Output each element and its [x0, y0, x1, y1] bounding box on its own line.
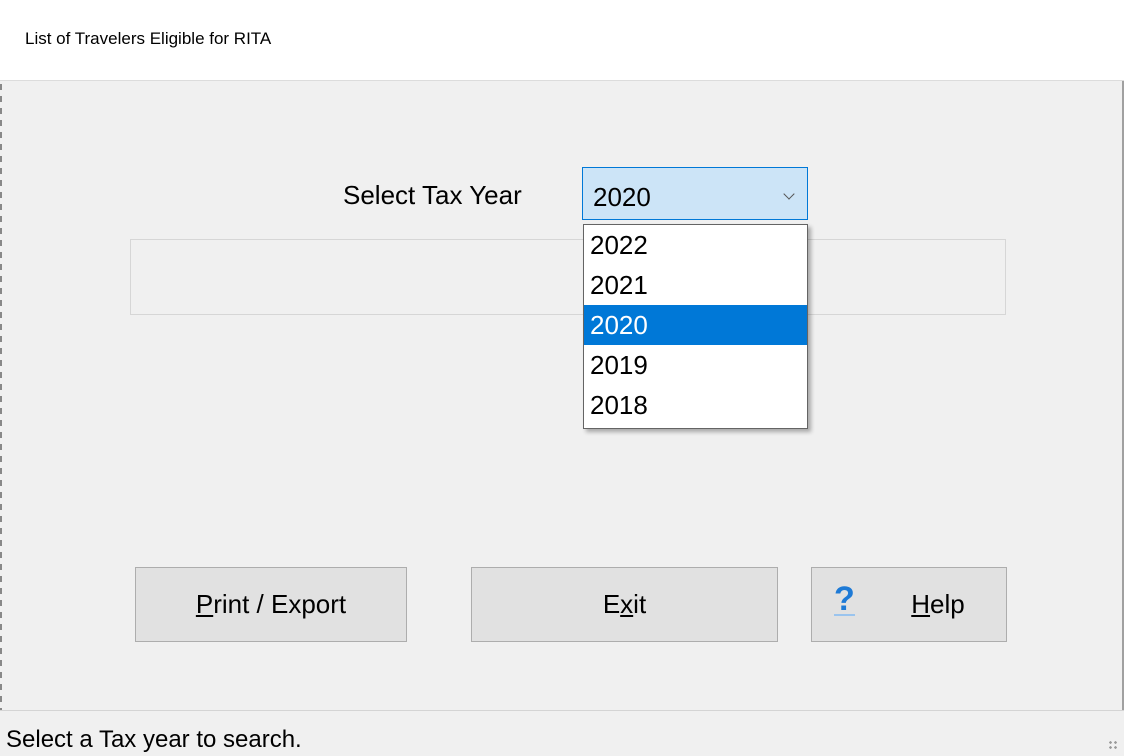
- results-area: [130, 239, 1006, 315]
- resize-grip-icon[interactable]: [1108, 740, 1118, 750]
- status-bar: Select a Tax year to search.: [0, 710, 1124, 756]
- tax-year-label: Select Tax Year: [343, 180, 522, 210]
- exit-label: Exit: [602, 589, 647, 619]
- print-export-label: Print / Export: [195, 589, 347, 619]
- window-left-border: [0, 0, 2, 755]
- status-text: Select a Tax year to search.: [6, 726, 302, 753]
- tax-year-dropdown-list[interactable]: 2022 2021 2020 2019 2018: [583, 224, 808, 429]
- tax-year-option[interactable]: 2021: [584, 265, 807, 305]
- tax-year-option[interactable]: 2019: [584, 345, 807, 385]
- help-button[interactable]: ? Help: [811, 567, 1007, 642]
- title-bar: List of Travelers Eligible for RITA: [0, 0, 1124, 81]
- tax-year-select[interactable]: 2020: [582, 167, 808, 220]
- window-title: List of Travelers Eligible for RITA: [25, 29, 272, 48]
- question-mark-icon: ?: [834, 580, 855, 618]
- exit-button[interactable]: Exit: [471, 567, 778, 642]
- tax-year-option-selected[interactable]: 2020: [584, 305, 807, 345]
- chevron-down-icon[interactable]: [783, 188, 795, 200]
- tax-year-selected-value: 2020: [593, 182, 651, 212]
- print-export-button[interactable]: Print / Export: [135, 567, 407, 642]
- tax-year-option[interactable]: 2022: [584, 225, 807, 265]
- tax-year-option[interactable]: 2018: [584, 385, 807, 425]
- help-label: Help: [911, 589, 965, 619]
